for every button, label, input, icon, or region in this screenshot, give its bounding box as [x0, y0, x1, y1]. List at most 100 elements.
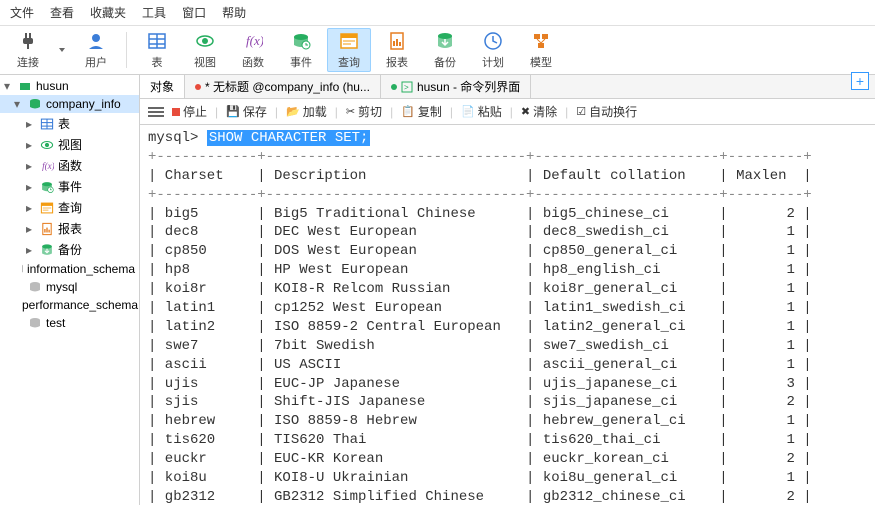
prompt: mysql> — [148, 130, 207, 146]
event-icon — [40, 180, 54, 194]
result-row: | cp850 | DOS West European | cp850_gene… — [148, 243, 812, 259]
content-area: 对象* 无标题 @company_info (hu...>husun - 命令列… — [140, 75, 875, 505]
tree-item[interactable]: performance_schema — [0, 296, 139, 314]
menubar: 文件查看收藏夹工具窗口帮助 — [0, 0, 875, 26]
add-tab-button[interactable]: + — [851, 72, 869, 90]
user-icon — [85, 30, 107, 52]
tree-item[interactable]: test — [0, 314, 139, 332]
database-icon — [28, 280, 42, 294]
menu-item[interactable]: 文件 — [10, 4, 34, 21]
view-icon — [40, 138, 54, 152]
result-row: | sjis | Shift-JIS Japanese | sjis_japan… — [148, 394, 812, 410]
connection-icon — [18, 79, 32, 93]
fx-icon: f(x) — [40, 159, 54, 173]
toolbar-report-button[interactable]: 报表 — [375, 28, 419, 72]
toolbar: 连接用户表视图f(x)函数事件查询报表备份计划模型 — [0, 26, 875, 75]
result-row: | tis620 | TIS620 Thai | tis620_thai_ci … — [148, 432, 812, 448]
action-加载[interactable]: 📂加载 — [286, 103, 327, 120]
toolbar-table-button[interactable]: 表 — [135, 28, 179, 72]
action-粘贴[interactable]: 📄粘贴 — [461, 103, 502, 120]
result-row: | euckr | EUC-KR Korean | euckr_korean_c… — [148, 451, 812, 467]
report-icon — [40, 222, 54, 236]
result-row: | ujis | EUC-JP Japanese | ujis_japanese… — [148, 376, 812, 392]
schedule-icon — [482, 30, 504, 52]
editor-tab[interactable]: * 无标题 @company_info (hu... — [185, 75, 381, 98]
svg-text:f(x): f(x) — [246, 33, 263, 48]
editor-tab[interactable]: >husun - 命令列界面 — [381, 75, 531, 98]
menu-item[interactable]: 收藏夹 — [90, 4, 126, 21]
result-row: | hebrew | ISO 8859-8 Hebrew | hebrew_ge… — [148, 413, 812, 429]
terminal-icon: > — [401, 81, 413, 93]
result-row: | gb2312 | GB2312 Simplified Chinese | g… — [148, 489, 812, 505]
toolbar-event-button[interactable]: 事件 — [279, 28, 323, 72]
editor-tab[interactable]: 对象 — [140, 75, 185, 98]
menu-item[interactable]: 帮助 — [222, 4, 246, 21]
status-dot — [195, 84, 201, 90]
action-bar: 停止|💾保存|📂加载|✂剪切|📋复制|📄粘贴|✖清除|☑自动换行 — [140, 99, 875, 125]
query-icon — [338, 30, 360, 52]
result-row: | koi8u | KOI8-U Ukrainian | koi8u_gener… — [148, 470, 812, 486]
tree-item[interactable]: ▸事件 — [0, 176, 139, 197]
result-row: | ascii | US ASCII | ascii_general_ci | … — [148, 357, 812, 373]
sql-terminal[interactable]: mysql> SHOW CHARACTER SET; +------------… — [140, 125, 875, 505]
report-icon — [386, 30, 408, 52]
view-icon — [194, 30, 216, 52]
menu-item[interactable]: 查看 — [50, 4, 74, 21]
editor-tabs: 对象* 无标题 @company_info (hu...>husun - 命令列… — [140, 75, 875, 99]
backup-icon — [434, 30, 456, 52]
toolbar-schedule-button[interactable]: 计划 — [471, 28, 515, 72]
result-row: | latin1 | cp1252 West European | latin1… — [148, 300, 812, 316]
model-icon — [530, 30, 552, 52]
fx-icon: f(x) — [242, 30, 264, 52]
toolbar-plug-button[interactable]: 连接 — [6, 28, 50, 72]
result-row: | hp8 | HP West European | hp8_english_c… — [148, 262, 812, 278]
result-row: | latin2 | ISO 8859-2 Central European |… — [148, 319, 812, 335]
menu-item[interactable]: 窗口 — [182, 4, 206, 21]
svg-text:f(x): f(x) — [42, 160, 54, 170]
action-复制[interactable]: 📋复制 — [401, 103, 442, 120]
action-保存[interactable]: 💾保存 — [226, 103, 267, 120]
tree-item[interactable]: ▸报表 — [0, 218, 139, 239]
query-text: SHOW CHARACTER SET; — [207, 130, 371, 146]
dropdown-icon — [51, 39, 73, 61]
tree-item[interactable]: ▸表 — [0, 113, 139, 134]
toolbar-view-button[interactable]: 视图 — [183, 28, 227, 72]
tree-item[interactable]: ▸视图 — [0, 134, 139, 155]
query-icon — [40, 201, 54, 215]
toolbar-model-button[interactable]: 模型 — [519, 28, 563, 72]
action-剪切[interactable]: ✂剪切 — [346, 103, 382, 120]
tree-item[interactable]: ▸备份 — [0, 239, 139, 260]
action-自动换行[interactable]: ☑自动换行 — [576, 103, 637, 120]
database-icon — [20, 262, 23, 276]
database-icon — [28, 97, 42, 111]
tree-item[interactable]: ▸查询 — [0, 197, 139, 218]
result-row: | koi8r | KOI8-R Relcom Russian | koi8r_… — [148, 281, 812, 297]
action-清除[interactable]: ✖清除 — [521, 103, 557, 120]
backup-icon — [40, 243, 54, 257]
tree-item[interactable]: ▾husun — [0, 77, 139, 95]
tree-item[interactable]: information_schema — [0, 260, 139, 278]
status-dot — [391, 84, 397, 90]
result-row: | dec8 | DEC West European | dec8_swedis… — [148, 224, 812, 240]
toolbar-fx-button[interactable]: f(x)函数 — [231, 28, 275, 72]
tree-item[interactable]: ▾company_info — [0, 95, 139, 113]
stop-icon — [172, 108, 180, 116]
event-icon — [290, 30, 312, 52]
toolbar-user-button[interactable]: 用户 — [74, 28, 118, 72]
sidebar: ▾husun▾company_info▸表▸视图▸f(x)函数▸事件▸查询▸报表… — [0, 75, 140, 505]
menu-icon[interactable] — [148, 107, 164, 117]
result-row: | big5 | Big5 Traditional Chinese | big5… — [148, 206, 812, 222]
table-icon — [146, 30, 168, 52]
tree-item[interactable]: ▸f(x)函数 — [0, 155, 139, 176]
table-icon — [40, 117, 54, 131]
toolbar-dropdown-button[interactable] — [54, 28, 70, 72]
tree-item[interactable]: mysql — [0, 278, 139, 296]
database-icon — [28, 316, 42, 330]
result-row: | swe7 | 7bit Swedish | swe7_swedish_ci … — [148, 338, 812, 354]
plug-icon — [17, 30, 39, 52]
menu-item[interactable]: 工具 — [142, 4, 166, 21]
toolbar-query-button[interactable]: 查询 — [327, 28, 371, 72]
svg-text:>: > — [404, 83, 409, 92]
toolbar-backup-button[interactable]: 备份 — [423, 28, 467, 72]
action-停止[interactable]: 停止 — [172, 103, 207, 120]
